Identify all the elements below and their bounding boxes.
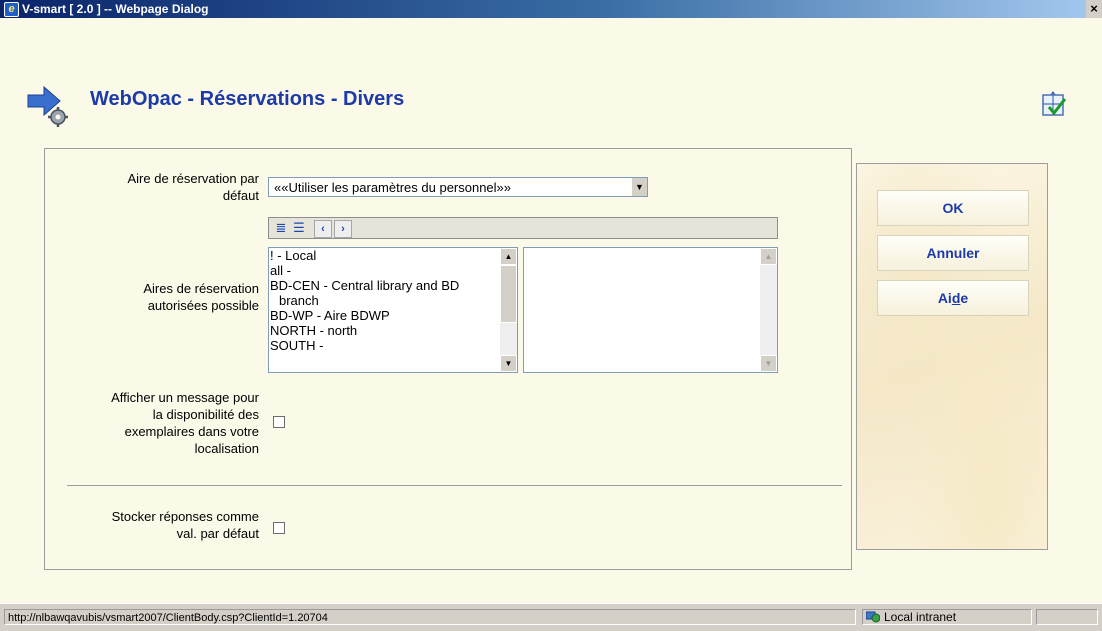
availability-message-label: Afficher un message pour la disponibilit… <box>111 390 259 456</box>
status-bar: http://nlbawqavubis/vsmart2007/ClientBod… <box>0 603 1102 631</box>
scroll-thumb[interactable] <box>500 265 517 323</box>
list-item[interactable]: BD-CEN - Central library and BD <box>269 278 517 293</box>
list-toolbar: ≣ ☰ ‹ › <box>268 217 778 239</box>
availability-message-checkbox[interactable] <box>273 416 285 428</box>
move-right-icon[interactable]: › <box>334 220 352 238</box>
scroll-up-icon[interactable]: ▲ <box>500 248 517 265</box>
divider <box>67 485 842 486</box>
arrow-gear-icon <box>27 85 68 127</box>
browser-e-icon: e <box>4 2 19 17</box>
zone-label: Local intranet <box>884 610 957 624</box>
available-areas-list[interactable]: ! - Local all - BD-CEN - Central library a… <box>268 247 518 373</box>
list-item[interactable]: branch <box>269 293 517 308</box>
default-area-select[interactable]: ««Utiliser les paramètres du personnel»»… <box>268 177 648 197</box>
store-default-label: Stocker réponses comme val. par défaut <box>111 509 259 541</box>
status-resize-grip <box>1036 609 1098 625</box>
status-url: http://nlbawqavubis/vsmart2007/ClientBod… <box>4 609 856 625</box>
button-panel: OK Annuler Aide <box>856 163 1048 550</box>
allowed-areas-label: Aires de réservation autorisées possible <box>143 281 259 313</box>
list-item[interactable]: NORTH - north <box>269 323 517 338</box>
window-title: V-smart [ 2.0 ] -- Webpage Dialog <box>22 2 209 16</box>
scroll-down-icon[interactable]: ▼ <box>500 355 517 372</box>
security-zone: Local intranet <box>862 609 1032 625</box>
intranet-globe-icon <box>866 611 880 623</box>
list-item[interactable]: BD-WP - Aire BDWP <box>269 308 517 323</box>
page-title: WebOpac - Réservations - Divers <box>90 88 405 110</box>
close-icon[interactable]: × <box>1086 0 1102 18</box>
list-item[interactable]: SOUTH - <box>269 338 517 353</box>
selected-areas-list[interactable]: ▲ ▼ <box>523 247 778 373</box>
default-area-label: Aire de réservation par défaut <box>127 171 259 203</box>
layout-check-icon[interactable] <box>1040 91 1068 119</box>
cancel-button[interactable]: Annuler <box>877 235 1029 271</box>
select-all-icon[interactable]: ≣ <box>273 220 289 236</box>
selected-list-scrollbar: ▲ ▼ <box>760 248 777 372</box>
available-list-scrollbar[interactable]: ▲ ▼ <box>500 248 517 372</box>
default-area-value: ««Utiliser les paramètres du personnel»» <box>274 180 512 195</box>
move-left-icon[interactable]: ‹ <box>314 220 332 238</box>
scroll-down-icon: ▼ <box>760 355 777 372</box>
ok-button[interactable]: OK <box>877 190 1029 226</box>
window-titlebar: e V-smart [ 2.0 ] -- Webpage Dialog × <box>0 0 1102 18</box>
deselect-all-icon[interactable]: ☰ <box>291 220 307 236</box>
list-item[interactable]: all - <box>269 263 517 278</box>
chevron-down-icon[interactable]: ▼ <box>631 178 647 196</box>
store-default-checkbox[interactable] <box>273 522 285 534</box>
list-item[interactable]: ! - Local <box>269 248 517 263</box>
scroll-up-icon: ▲ <box>760 248 777 265</box>
form-panel: Aire de réservation par défaut ««Utilise… <box>44 148 852 570</box>
help-button[interactable]: Aide <box>877 280 1029 316</box>
